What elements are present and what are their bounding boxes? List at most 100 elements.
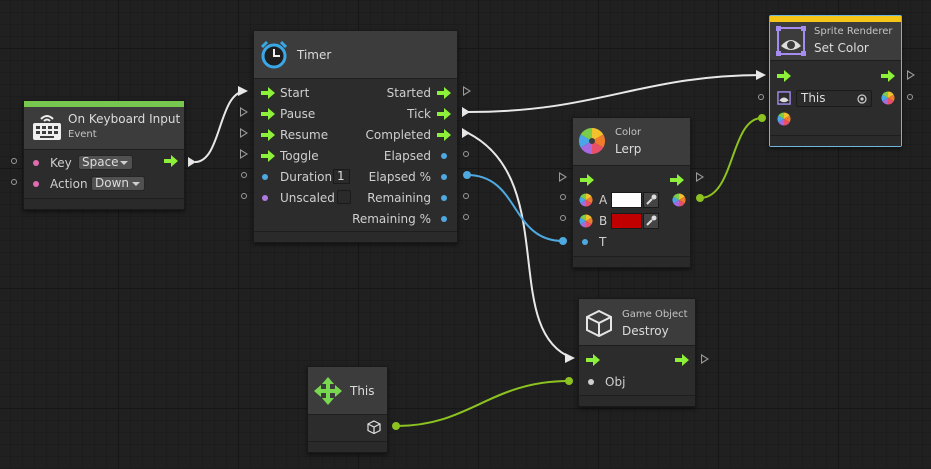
color-wheel-icon bbox=[777, 112, 791, 126]
toggle-label: Toggle bbox=[280, 149, 319, 163]
tick-flow-arrow-icon[interactable] bbox=[437, 108, 451, 120]
setcolor-target-output-port[interactable] bbox=[907, 94, 913, 100]
started-flow-arrow-icon[interactable] bbox=[437, 87, 451, 99]
key-dropdown[interactable]: Space bbox=[78, 155, 133, 170]
key-port[interactable] bbox=[33, 160, 39, 166]
node-title: On Keyboard Input bbox=[68, 112, 181, 126]
on-keyboard-input-node[interactable]: On Keyboard Input Event Key Space Action… bbox=[23, 100, 185, 210]
duration-input-port[interactable] bbox=[241, 172, 247, 178]
start-label: Start bbox=[280, 86, 310, 100]
duration-port[interactable] bbox=[262, 174, 268, 180]
this-node[interactable]: This bbox=[307, 366, 388, 453]
remaining-port[interactable] bbox=[441, 195, 447, 201]
destroy-exit-output-port[interactable] bbox=[701, 354, 709, 364]
exit-flow-arrow-icon[interactable] bbox=[670, 174, 684, 186]
elapsed-percent-port[interactable] bbox=[441, 174, 447, 180]
target-field[interactable]: This bbox=[796, 90, 872, 107]
node-subtitle: Game Object bbox=[622, 309, 688, 320]
cube-icon bbox=[367, 420, 381, 434]
this-output-port[interactable] bbox=[392, 422, 400, 430]
key-input-port[interactable] bbox=[11, 158, 17, 164]
sprite-renderer-icon bbox=[777, 91, 791, 105]
obj-port[interactable] bbox=[588, 379, 594, 385]
node-footer bbox=[254, 231, 457, 242]
node-title: This bbox=[350, 384, 375, 398]
resume-input-port[interactable] bbox=[240, 128, 248, 138]
wire-this-to-destroy-obj bbox=[396, 380, 570, 427]
trigger-output-arrow-icon[interactable] bbox=[164, 155, 178, 167]
completed-output-port[interactable] bbox=[462, 128, 470, 138]
destroy-obj-input-port[interactable] bbox=[565, 377, 573, 385]
trigger-output-port[interactable] bbox=[188, 157, 196, 167]
elapsed-output-port[interactable] bbox=[463, 151, 469, 157]
eyedropper-icon[interactable] bbox=[643, 192, 659, 208]
cube-icon bbox=[586, 309, 612, 337]
unscaled-checkbox[interactable] bbox=[337, 190, 351, 204]
lerp-result-output-port[interactable] bbox=[696, 194, 704, 202]
lerp-enter-input-port[interactable] bbox=[559, 172, 567, 182]
remaining-percent-port[interactable] bbox=[441, 216, 447, 222]
action-input-port[interactable] bbox=[11, 179, 17, 185]
node-title: Timer bbox=[297, 48, 332, 62]
start-flow-arrow-icon[interactable] bbox=[261, 87, 275, 99]
object-picker-icon[interactable] bbox=[857, 94, 867, 104]
action-port[interactable] bbox=[33, 181, 39, 187]
wire-arrow-head bbox=[565, 353, 575, 363]
sprite-renderer-set-color-node[interactable]: Sprite Renderer Set Color This bbox=[769, 15, 902, 147]
setcolor-target-input-port[interactable] bbox=[758, 94, 764, 100]
completed-flow-arrow-icon[interactable] bbox=[437, 129, 451, 141]
elapsed-port[interactable] bbox=[441, 153, 447, 159]
setcolor-exit-output-port[interactable] bbox=[907, 70, 915, 80]
color-wheel-icon bbox=[579, 193, 593, 207]
t-port[interactable] bbox=[582, 239, 588, 245]
timer-node[interactable]: Timer Start Pause Resume Toggle Duration… bbox=[253, 30, 458, 243]
setcolor-color-input-port[interactable] bbox=[758, 114, 766, 122]
remaining-percent-output-port[interactable] bbox=[463, 214, 469, 220]
header-color-strip bbox=[24, 101, 184, 107]
started-label: Started bbox=[386, 86, 431, 100]
wire-completed-to-destroy bbox=[467, 132, 573, 359]
wire-tick-to-setcolor bbox=[467, 74, 765, 113]
unscaled-input-port[interactable] bbox=[241, 193, 247, 199]
color-wheel-icon bbox=[578, 127, 606, 155]
lerp-a-input-port[interactable] bbox=[560, 194, 566, 200]
pause-input-port[interactable] bbox=[240, 107, 248, 117]
wire-arrow-head bbox=[756, 70, 766, 80]
exit-flow-arrow-icon[interactable] bbox=[675, 354, 689, 366]
wire-arrow-head bbox=[238, 86, 248, 96]
duration-field[interactable]: 1 bbox=[333, 169, 350, 184]
toggle-input-port[interactable] bbox=[240, 149, 248, 159]
toggle-flow-arrow-icon[interactable] bbox=[261, 150, 275, 162]
enter-flow-arrow-icon[interactable] bbox=[580, 174, 594, 186]
b-color-swatch[interactable] bbox=[611, 213, 642, 229]
node-body: Key Space Action Down bbox=[24, 149, 184, 200]
b-label: B bbox=[599, 214, 608, 228]
node-footer bbox=[573, 256, 690, 267]
node-body: This bbox=[770, 60, 901, 137]
action-dropdown[interactable]: Down bbox=[91, 176, 145, 191]
started-output-port[interactable] bbox=[463, 86, 471, 96]
lerp-exit-output-port[interactable] bbox=[696, 172, 704, 182]
tick-output-port[interactable] bbox=[462, 107, 470, 117]
unscaled-port[interactable] bbox=[262, 195, 268, 201]
eyedropper-icon[interactable] bbox=[643, 213, 659, 229]
lerp-t-input-port[interactable] bbox=[559, 237, 567, 245]
game-object-destroy-node[interactable]: Game Object Destroy Obj bbox=[578, 298, 696, 407]
tick-label: Tick bbox=[407, 107, 431, 121]
resume-flow-arrow-icon[interactable] bbox=[261, 129, 275, 141]
move-arrows-icon bbox=[314, 377, 342, 405]
enter-flow-arrow-icon[interactable] bbox=[777, 70, 791, 82]
elapsed-percent-output-port[interactable] bbox=[463, 171, 471, 179]
enter-flow-arrow-icon[interactable] bbox=[586, 354, 600, 366]
exit-flow-arrow-icon[interactable] bbox=[881, 70, 895, 82]
action-label: Action bbox=[50, 177, 88, 191]
pause-flow-arrow-icon[interactable] bbox=[261, 108, 275, 120]
key-value: Space bbox=[82, 155, 119, 169]
color-lerp-node[interactable]: Color Lerp A B T bbox=[572, 117, 691, 268]
node-body bbox=[308, 414, 387, 442]
a-color-swatch[interactable] bbox=[611, 192, 642, 208]
lerp-b-input-port[interactable] bbox=[560, 215, 566, 221]
node-footer bbox=[579, 395, 695, 406]
node-footer bbox=[308, 441, 387, 452]
remaining-output-port[interactable] bbox=[463, 193, 469, 199]
